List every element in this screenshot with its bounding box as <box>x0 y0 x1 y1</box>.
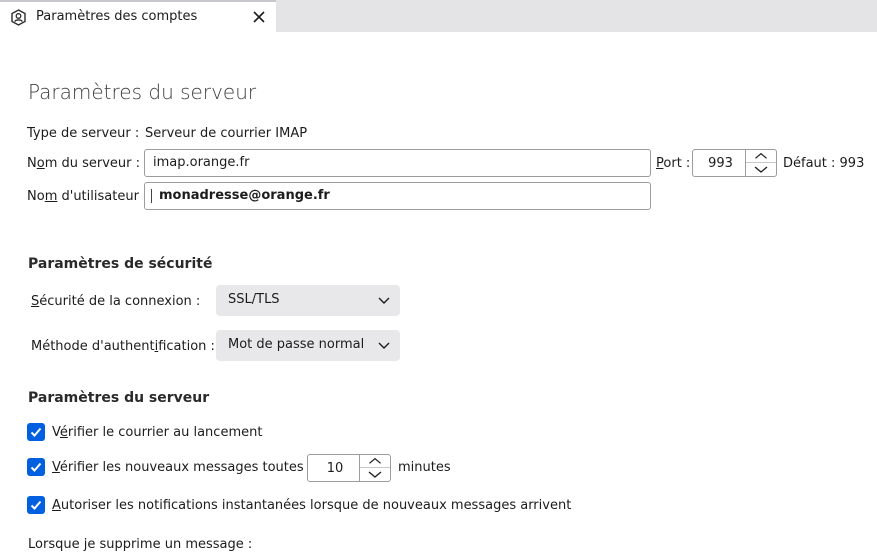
check-new-messages-checkbox[interactable] <box>27 458 45 476</box>
username-input[interactable]: monadresse@orange.fr <box>144 182 651 210</box>
on-delete-label: Lorsque je supprime un message : <box>28 537 253 552</box>
connection-security-select[interactable]: SSL/TLS <box>216 285 400 316</box>
chevron-down-icon <box>378 297 390 304</box>
account-settings-icon <box>11 9 26 26</box>
check-on-startup-checkbox[interactable] <box>27 423 45 441</box>
server-name-label: Nom du serveur : <box>27 156 141 171</box>
username-label: Nom d'utilisateur : <box>27 189 148 204</box>
check-new-messages-label[interactable]: Vérifier les nouveaux messages toutes le… <box>52 460 326 475</box>
auth-method-select[interactable]: Mot de passe normal <box>216 330 400 361</box>
port-default-text: Défaut : 993 <box>783 156 865 171</box>
port-stepper[interactable]: 993 <box>692 149 777 177</box>
port-spin-buttons <box>745 150 776 176</box>
connection-security-label: Sécurité de la connexion : <box>31 294 201 309</box>
auth-method-value: Mot de passe normal <box>228 337 365 352</box>
chevron-down-icon <box>378 342 390 349</box>
security-section-title: Paramètres de sécurité <box>28 256 213 272</box>
text-caret <box>151 189 152 203</box>
server-type-label: Type de serveur : <box>27 126 140 141</box>
connection-security-value: SSL/TLS <box>228 292 280 307</box>
chevron-down-icon[interactable] <box>360 468 390 481</box>
server-settings-section-title: Paramètres du serveur <box>28 390 210 406</box>
server-type-value: Serveur de courrier IMAP <box>145 126 308 141</box>
server-name-input[interactable]: imap.orange.fr <box>144 149 651 177</box>
close-icon[interactable] <box>248 6 270 28</box>
port-label: Port : <box>656 156 691 171</box>
interval-spin-buttons <box>359 455 390 481</box>
tab-title: Paramètres des comptes <box>36 9 198 24</box>
checkmark-icon <box>30 462 42 472</box>
checkmark-icon <box>30 427 42 437</box>
instant-notifications-checkbox[interactable] <box>27 496 45 514</box>
check-interval-value: 10 <box>326 461 344 476</box>
tab-account-settings[interactable]: Paramètres des comptes <box>0 0 276 32</box>
tab-bar: Paramètres des comptes <box>0 0 877 32</box>
chevron-up-icon[interactable] <box>360 455 390 468</box>
chevron-up-icon[interactable] <box>746 150 776 163</box>
username-value: monadresse@orange.fr <box>159 188 330 203</box>
minutes-label: minutes <box>398 460 451 475</box>
check-interval-stepper[interactable]: 10 <box>307 454 391 482</box>
port-value: 993 <box>708 156 733 171</box>
check-on-startup-label[interactable]: Vérifier le courrier au lancement <box>52 425 262 440</box>
page-title: Paramètres du serveur <box>28 80 257 104</box>
instant-notifications-label[interactable]: Autoriser les notifications instantanées… <box>52 498 571 513</box>
checkmark-icon <box>30 500 42 510</box>
auth-method-label: Méthode d'authentification : <box>31 339 215 354</box>
chevron-down-icon[interactable] <box>746 163 776 176</box>
